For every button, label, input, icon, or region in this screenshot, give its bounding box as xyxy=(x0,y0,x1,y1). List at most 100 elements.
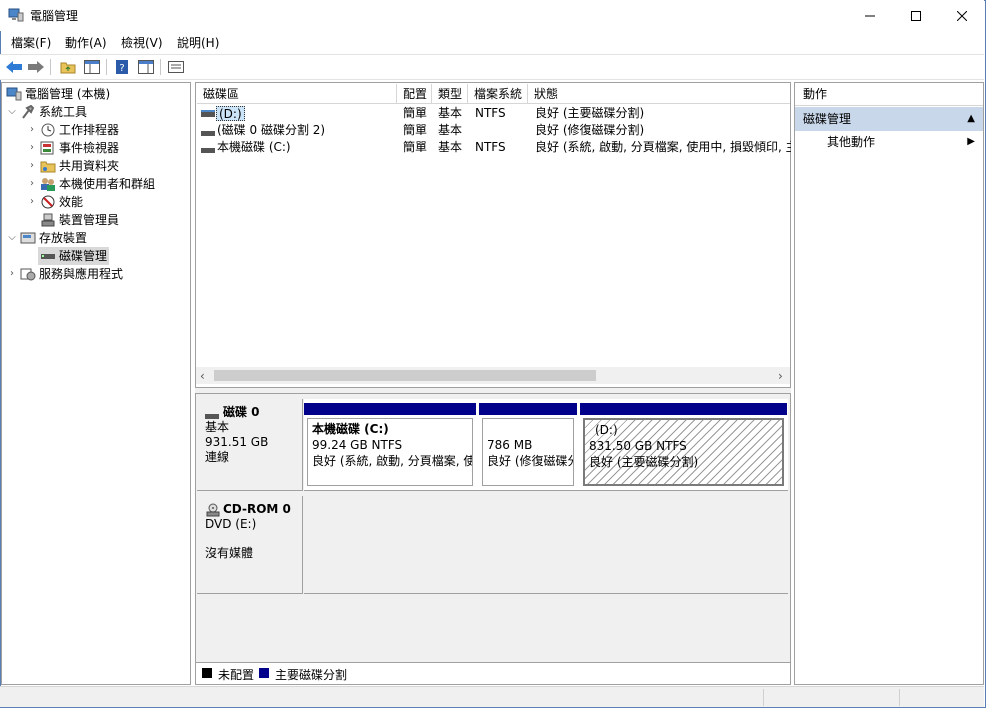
menu-bar: 檔案(F) 動作(A) 檢視(V) 說明(H) xyxy=(0,31,984,53)
table-cell-status: 良好 (修復磁碟分割) xyxy=(535,123,645,137)
tree-item-services[interactable]: › 服務與應用程式 xyxy=(6,265,123,283)
table-cell-type: 基本 xyxy=(438,106,463,120)
disk-name: 磁碟 0 xyxy=(223,405,260,419)
column-header-status[interactable]: 狀態 xyxy=(528,84,790,104)
chevron-down-icon[interactable]: ⌵ xyxy=(6,103,18,121)
disk-kind: DVD (E:) xyxy=(205,517,257,531)
menu-action[interactable]: 動作(A) xyxy=(65,34,107,51)
chevron-down-icon[interactable]: ⌵ xyxy=(6,229,18,247)
tree-item-label: 共用資料夾 xyxy=(59,159,120,173)
table-row[interactable]: (D:) 簡單 基本 NTFS 良好 (主要磁碟分割) xyxy=(197,105,790,122)
partition-c[interactable]: 本機磁碟 (C:) 99.24 GB NTFS 良好 (系統, 啟動, 分頁檔案… xyxy=(304,403,476,489)
tree-item-root[interactable]: 電腦管理 (本機) xyxy=(4,85,110,103)
tree-item-label: 事件檢視器 xyxy=(59,141,120,155)
maximize-button[interactable] xyxy=(893,0,939,31)
up-folder-icon[interactable] xyxy=(58,58,78,76)
tree-item-local-users[interactable]: › 本機使用者和群組 xyxy=(26,175,155,193)
horizontal-scrollbar[interactable]: ‹ › xyxy=(196,367,790,384)
svg-text:?: ? xyxy=(119,63,124,74)
scroll-thumb[interactable] xyxy=(214,370,596,381)
partition-header xyxy=(304,403,476,415)
back-arrow-icon[interactable] xyxy=(4,58,24,76)
chevron-right-icon[interactable]: › xyxy=(26,139,38,157)
tree-item-label: 工作排程器 xyxy=(59,123,120,137)
computer-management-icon xyxy=(6,87,22,101)
legend: 未配置 主要磁碟分割 xyxy=(196,662,790,684)
partition-status: 良好 (系統, 啟動, 分頁檔案, 使 xyxy=(312,454,473,468)
chevron-right-icon[interactable]: › xyxy=(6,265,18,283)
disk-graphical-view: 磁碟 0 基本 931.51 GB 連線 本機磁碟 (C:) 99.24 GB … xyxy=(195,393,791,685)
tree-item-system-tools[interactable]: ⌵ 系統工具 xyxy=(6,103,87,121)
menu-help[interactable]: 說明(H) xyxy=(177,34,219,51)
properties-icon[interactable] xyxy=(166,58,186,76)
disk-0-label[interactable]: 磁碟 0 基本 931.51 GB 連線 xyxy=(197,399,303,491)
chevron-right-icon[interactable]: › xyxy=(26,157,38,175)
forward-arrow-icon[interactable] xyxy=(26,58,46,76)
disk-drive-icon xyxy=(40,249,56,263)
table-row[interactable]: 本機磁碟 (C:) 簡單 基本 NTFS 良好 (系統, 啟動, 分頁檔案, 使… xyxy=(197,139,791,156)
legend-primary-label: 主要磁碟分割 xyxy=(275,668,348,682)
partition-status: 良好 (主要磁碟分割) xyxy=(589,455,699,469)
tree-item-label: 裝置管理員 xyxy=(59,213,120,227)
partition-recovery[interactable]: 786 MB 良好 (修復磁碟分 xyxy=(479,403,577,489)
tree-item-task-scheduler[interactable]: › 工作排程器 xyxy=(26,121,119,139)
column-header-filesystem[interactable]: 檔案系統 xyxy=(468,84,528,104)
tree-item-disk-management[interactable]: 磁碟管理 xyxy=(38,247,110,265)
help-icon[interactable]: ? xyxy=(112,58,132,76)
show-action-pane-icon[interactable] xyxy=(136,58,156,76)
tree-item-device-manager[interactable]: 裝置管理員 xyxy=(38,211,119,229)
chevron-right-icon[interactable]: › xyxy=(26,193,38,211)
tree-item-performance[interactable]: › 效能 xyxy=(26,193,83,211)
chevron-right-icon[interactable]: › xyxy=(26,121,38,139)
tree-item-label: 服務與應用程式 xyxy=(39,267,124,281)
partition-title xyxy=(487,421,569,437)
column-header-layout[interactable]: 配置 xyxy=(397,84,432,104)
scroll-left-icon[interactable]: ‹ xyxy=(200,369,205,383)
disk-state: 連線 xyxy=(205,450,230,464)
performance-icon xyxy=(40,195,56,209)
services-icon xyxy=(20,267,36,281)
tree-item-label: 磁碟管理 xyxy=(59,249,108,263)
users-icon xyxy=(40,177,56,191)
table-cell-layout: 簡單 xyxy=(403,123,428,137)
storage-icon xyxy=(20,231,36,245)
menu-view[interactable]: 檢視(V) xyxy=(121,34,163,51)
partition-d[interactable]: (D:) 831.50 GB NTFS 良好 (主要磁碟分割) xyxy=(580,403,787,489)
cdrom-0-label[interactable]: CD-ROM 0 DVD (E:) 沒有媒體 xyxy=(197,496,303,594)
menu-file[interactable]: 檔案(F) xyxy=(11,34,51,51)
toolbar: ? xyxy=(0,54,984,80)
tree-item-label: 電腦管理 (本機) xyxy=(25,87,111,101)
table-cell-fs: NTFS xyxy=(475,140,506,154)
actions-header: 動作 xyxy=(795,83,983,106)
chevron-right-icon[interactable]: › xyxy=(26,175,38,193)
partition-size: 99.24 GB NTFS xyxy=(312,438,403,452)
actions-more-actions[interactable]: 其他動作 ▶ xyxy=(795,131,983,153)
collapse-up-icon[interactable]: ▲ xyxy=(967,107,975,131)
actions-section-disk-management[interactable]: 磁碟管理 ▲ xyxy=(795,107,983,131)
table-cell-name: (D:) xyxy=(216,106,245,121)
minimize-button[interactable] xyxy=(847,0,893,31)
table-cell-status: 良好 (主要磁碟分割) xyxy=(535,106,645,120)
show-hide-tree-icon[interactable] xyxy=(82,58,102,76)
title-bar: 電腦管理 xyxy=(0,0,984,31)
tree-item-label: 存放裝置 xyxy=(39,231,88,245)
actions-more-label: 其他動作 xyxy=(827,135,876,149)
cdrom-0-area xyxy=(304,496,788,594)
table-cell-type: 基本 xyxy=(438,140,463,154)
actions-pane: 動作 磁碟管理 ▲ 其他動作 ▶ xyxy=(794,82,984,685)
tree-item-label: 系統工具 xyxy=(39,105,88,119)
tree-item-event-viewer[interactable]: › 事件檢視器 xyxy=(26,139,119,157)
scroll-right-icon[interactable]: › xyxy=(778,369,783,383)
table-row[interactable]: (磁碟 0 磁碟分割 2) 簡單 基本 良好 (修復磁碟分割) xyxy=(197,122,790,139)
status-bar xyxy=(0,686,984,707)
column-header-volume[interactable]: 磁碟區 xyxy=(197,84,397,104)
partition-title: 本機磁碟 (C:) xyxy=(312,422,389,436)
column-header-type[interactable]: 類型 xyxy=(432,84,468,104)
tree-item-shared-folders[interactable]: › 共用資料夾 xyxy=(26,157,119,175)
tree-item-storage[interactable]: ⌵ 存放裝置 xyxy=(6,229,87,247)
table-cell-status: 良好 (系統, 啟動, 分頁檔案, 使用中, 損毀傾印, 主要 xyxy=(535,140,791,154)
legend-unallocated-label: 未配置 xyxy=(218,668,255,682)
volume-icon xyxy=(201,143,215,153)
disk-drive-icon xyxy=(205,409,219,419)
close-button[interactable] xyxy=(939,0,985,31)
